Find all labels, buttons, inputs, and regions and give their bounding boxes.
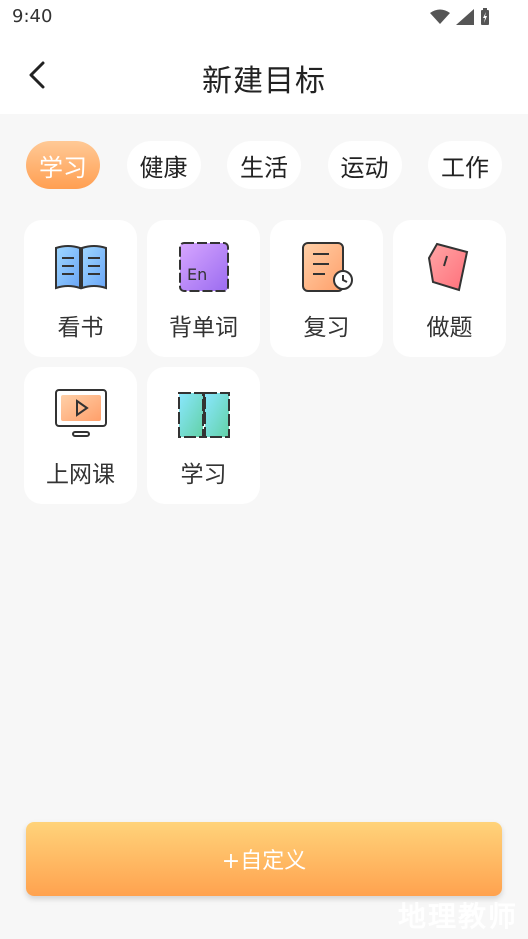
en-text: En bbox=[187, 265, 207, 284]
wifi-icon bbox=[430, 9, 450, 24]
signal-icon bbox=[456, 9, 474, 25]
goal-item-review[interactable]: 复习 bbox=[270, 220, 383, 357]
goal-item-label: 学习 bbox=[180, 462, 227, 488]
status-bar: 9:40 bbox=[0, 0, 528, 36]
page-title: 新建目标 bbox=[202, 64, 326, 99]
tab-sport[interactable]: 运动 bbox=[327, 141, 402, 189]
watermark: 地理教师 bbox=[397, 900, 518, 933]
category-tabs: 学习 健康 生活 运动 工作 bbox=[26, 140, 502, 190]
goal-item-study[interactable]: 学习 bbox=[147, 367, 260, 504]
tab-health[interactable]: 健康 bbox=[126, 141, 201, 189]
goal-grid: 看书 En 背单词 复习 做题 上网课 学习 bbox=[24, 220, 506, 504]
english-card-icon: En bbox=[175, 240, 233, 294]
status-icons bbox=[430, 8, 490, 26]
tab-life[interactable]: 生活 bbox=[227, 141, 301, 189]
tab-work[interactable]: 工作 bbox=[428, 141, 502, 189]
goal-item-online-class[interactable]: 上网课 bbox=[24, 367, 137, 504]
open-book-icon bbox=[52, 240, 110, 294]
status-time: 9:40 bbox=[12, 6, 53, 27]
goal-item-label: 上网课 bbox=[46, 462, 115, 488]
goal-item-label: 背单词 bbox=[169, 315, 238, 341]
goal-item-label: 复习 bbox=[303, 315, 350, 341]
pencil-tag-icon bbox=[421, 240, 479, 294]
notebook-clock-icon bbox=[298, 240, 356, 294]
goal-item-label: 看书 bbox=[57, 315, 104, 341]
goal-item-vocab[interactable]: En 背单词 bbox=[147, 220, 260, 357]
monitor-play-icon bbox=[52, 387, 110, 441]
goal-item-read[interactable]: 看书 bbox=[24, 220, 137, 357]
tab-study[interactable]: 学习 bbox=[26, 141, 100, 189]
battery-icon bbox=[481, 8, 489, 25]
header: 新建目标 bbox=[0, 36, 528, 114]
goal-item-exercise[interactable]: 做题 bbox=[393, 220, 506, 357]
custom-goal-button[interactable]: +自定义 bbox=[26, 822, 502, 896]
goal-item-label: 做题 bbox=[426, 315, 473, 341]
study-book-icon bbox=[175, 387, 233, 441]
